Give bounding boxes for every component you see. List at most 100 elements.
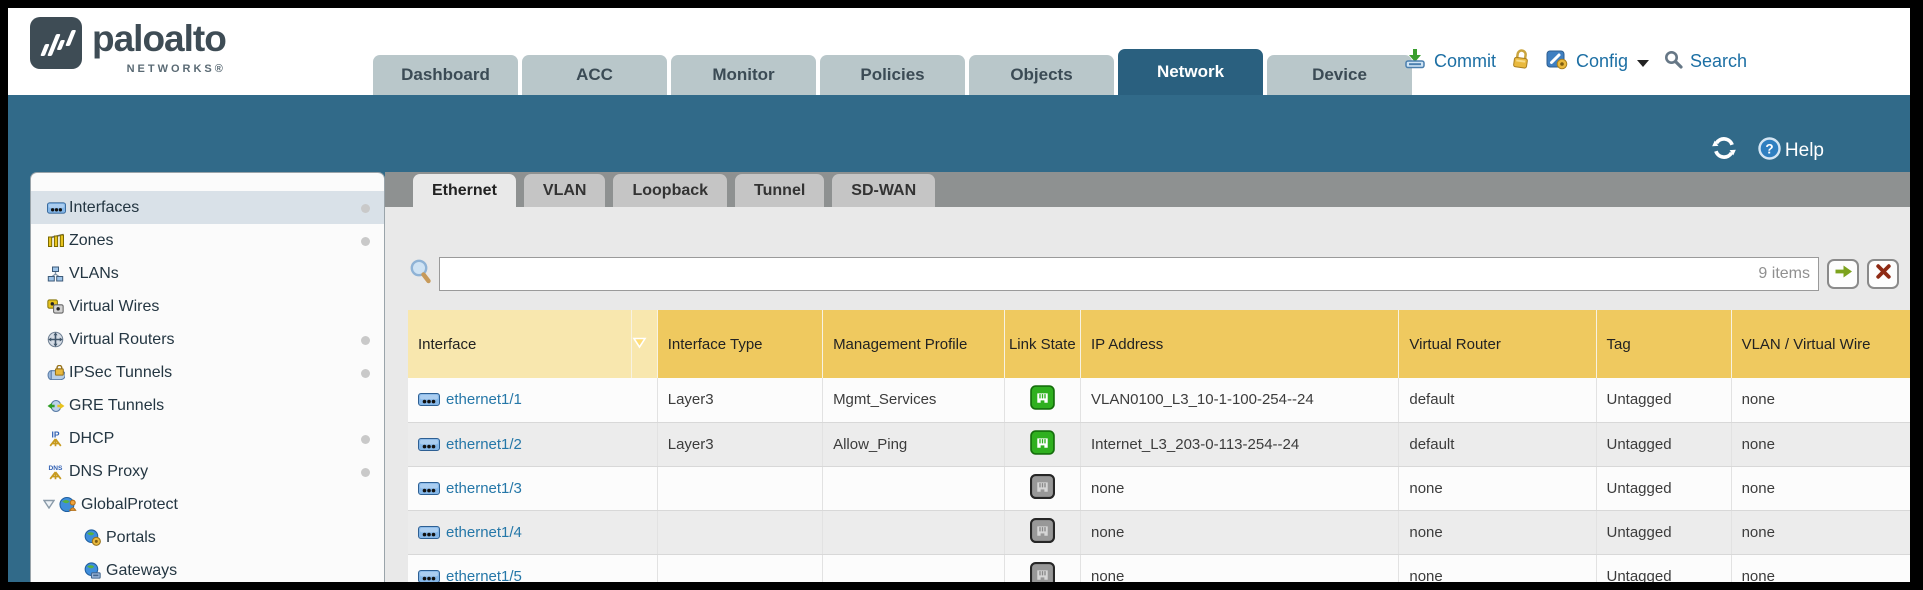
interfaces-table: Interface Interface TypeManagement Profil… [408, 310, 1910, 582]
sidebar-item-dns-proxy[interactable]: DNSDNS Proxy [31, 455, 384, 488]
cell-management-profile [823, 466, 1005, 510]
sidebar-item-label: VLANs [69, 265, 119, 283]
table-row-ethernet1-4: ethernet1/4nonenoneUntaggednone [408, 510, 1910, 554]
ethernet-chip-icon [418, 526, 440, 539]
interface-name: ethernet1/2 [446, 436, 522, 453]
sidebar-item-label: GRE Tunnels [69, 397, 164, 415]
table-row-ethernet1-5: ethernet1/5nonenoneUntaggednone [408, 554, 1910, 582]
col-header-interface-type[interactable]: Interface Type [657, 310, 822, 378]
cell-interface-type [657, 466, 822, 510]
sidebar-item-interfaces[interactable]: Interfaces [31, 191, 384, 224]
sub-tab-tunnel[interactable]: Tunnel [735, 174, 824, 207]
col-header-virtual-router[interactable]: Virtual Router [1399, 310, 1596, 378]
link-state-down-icon[interactable] [1004, 510, 1080, 554]
sub-tab-loopback[interactable]: Loopback [613, 174, 727, 207]
sidebar-item-label: DHCP [69, 430, 114, 448]
search-button[interactable]: Search [1690, 51, 1747, 72]
main-nav-tabs: DashboardACCMonitorPoliciesObjectsNetwor… [373, 49, 1416, 95]
cell-virtual-router: default [1399, 422, 1596, 466]
filter-input[interactable] [440, 258, 1818, 290]
expand-open-icon[interactable] [43, 496, 59, 514]
sidebar-item-ipsec-tunnels[interactable]: IPSec Tunnels [31, 356, 384, 389]
interface-link[interactable]: ethernet1/4 [418, 524, 647, 541]
sub-tab-vlan[interactable]: VLAN [524, 174, 606, 207]
interface-link[interactable]: ethernet1/3 [418, 480, 647, 497]
interface-name: ethernet1/3 [446, 480, 522, 497]
sidebar-item-virtual-wires[interactable]: Virtual Wires [31, 290, 384, 323]
interfaces-icon [47, 202, 69, 214]
app-window: paloalto NETWORKS® DashboardACCMonitorPo… [8, 8, 1910, 582]
main-tab-monitor[interactable]: Monitor [671, 55, 816, 95]
green-arrow-icon [1834, 264, 1853, 284]
table-row-ethernet1-2: ethernet1/2Layer3Allow_PingInternet_L3_2… [408, 422, 1910, 466]
virtual-routers-icon [47, 331, 69, 348]
gateways-icon [84, 562, 106, 579]
link-state-up-icon[interactable] [1004, 378, 1080, 422]
sidebar-item-virtual-routers[interactable]: Virtual Routers [31, 323, 384, 356]
interface-name: ethernet1/1 [446, 391, 522, 408]
config-button[interactable]: Config [1576, 51, 1628, 72]
cell-vlan-virtual-wire: none [1731, 378, 1910, 422]
interface-link[interactable]: ethernet1/1 [418, 391, 647, 408]
cell-interface-type [657, 510, 822, 554]
ipsec-tunnels-icon [47, 365, 69, 380]
commit-button[interactable]: Commit [1434, 51, 1496, 72]
col-header-vlan-virtual-wire[interactable]: VLAN / Virtual Wire [1731, 310, 1910, 378]
sidebar-item-vlans[interactable]: VLANs [31, 257, 384, 290]
help-label: Help [1785, 140, 1824, 162]
zones-icon [47, 233, 69, 248]
col-header-ip-address[interactable]: IP Address [1081, 310, 1399, 378]
apply-filter-button[interactable] [1827, 259, 1859, 289]
interface-link[interactable]: ethernet1/2 [418, 436, 647, 453]
cell-tag: Untagged [1596, 554, 1731, 582]
col-header-tag[interactable]: Tag [1596, 310, 1731, 378]
sidebar-item-portals[interactable]: Portals [31, 521, 384, 554]
main-tab-network[interactable]: Network [1118, 49, 1263, 95]
sidebar-item-zones[interactable]: Zones [31, 224, 384, 257]
main-tab-objects[interactable]: Objects [969, 55, 1114, 95]
sidebar-item-dhcp[interactable]: IPDHCP [31, 422, 384, 455]
config-icon [1546, 49, 1569, 75]
sidebar-item-label: Zones [69, 232, 113, 250]
cell-ip-address: none [1081, 510, 1399, 554]
cell-management-profile: Mgmt_Services [823, 378, 1005, 422]
col-header-link-state[interactable]: Link State [1004, 310, 1080, 378]
refresh-icon[interactable] [1710, 136, 1738, 166]
ethernet-chip-icon [418, 393, 440, 406]
sidebar-item-gateways[interactable]: Gateways [31, 554, 384, 582]
main-tab-device[interactable]: Device [1267, 55, 1412, 95]
cell-interface-type: Layer3 [657, 378, 822, 422]
sidebar-item-label: Portals [106, 529, 156, 547]
cell-interface-type [657, 554, 822, 582]
sub-tab-sd-wan[interactable]: SD-WAN [832, 174, 935, 207]
cell-ip-address: Internet_L3_203-0-113-254--24 [1081, 422, 1399, 466]
help-button[interactable]: ? Help [1758, 137, 1824, 166]
main-tab-dashboard[interactable]: Dashboard [373, 55, 518, 95]
content-area: InterfacesZonesVLANsVirtual WiresVirtual… [8, 172, 1910, 582]
svg-text:DNS: DNS [49, 465, 64, 472]
sidebar-item-globalprotect[interactable]: GlobalProtect [31, 488, 384, 521]
main-tab-policies[interactable]: Policies [820, 55, 965, 95]
col-header-interface[interactable]: Interface [408, 310, 632, 378]
interface-link[interactable]: ethernet1/5 [418, 568, 647, 583]
config-caret-down-icon[interactable] [1637, 60, 1649, 67]
cell-virtual-router: none [1399, 510, 1596, 554]
cell-interface-type: Layer3 [657, 422, 822, 466]
cell-vlan-virtual-wire: none [1731, 510, 1910, 554]
lock-icon[interactable] [1511, 48, 1531, 75]
filter-row: 9 items [408, 253, 1910, 295]
virtual-wires-icon [47, 299, 69, 314]
status-dot [361, 468, 370, 477]
col-header-management-profile[interactable]: Management Profile [823, 310, 1005, 378]
main-tab-acc[interactable]: ACC [522, 55, 667, 95]
interface-name: ethernet1/5 [446, 568, 522, 583]
sort-caret-icon[interactable] [632, 310, 658, 378]
link-state-down-icon[interactable] [1004, 466, 1080, 510]
sub-tab-ethernet[interactable]: Ethernet [413, 174, 516, 207]
link-state-up-icon[interactable] [1004, 422, 1080, 466]
sidebar-item-gre-tunnels[interactable]: GRE Tunnels [31, 389, 384, 422]
clear-filter-button[interactable] [1867, 259, 1899, 289]
cell-vlan-virtual-wire: none [1731, 554, 1910, 582]
help-icon: ? [1758, 137, 1781, 166]
link-state-down-icon[interactable] [1004, 554, 1080, 582]
